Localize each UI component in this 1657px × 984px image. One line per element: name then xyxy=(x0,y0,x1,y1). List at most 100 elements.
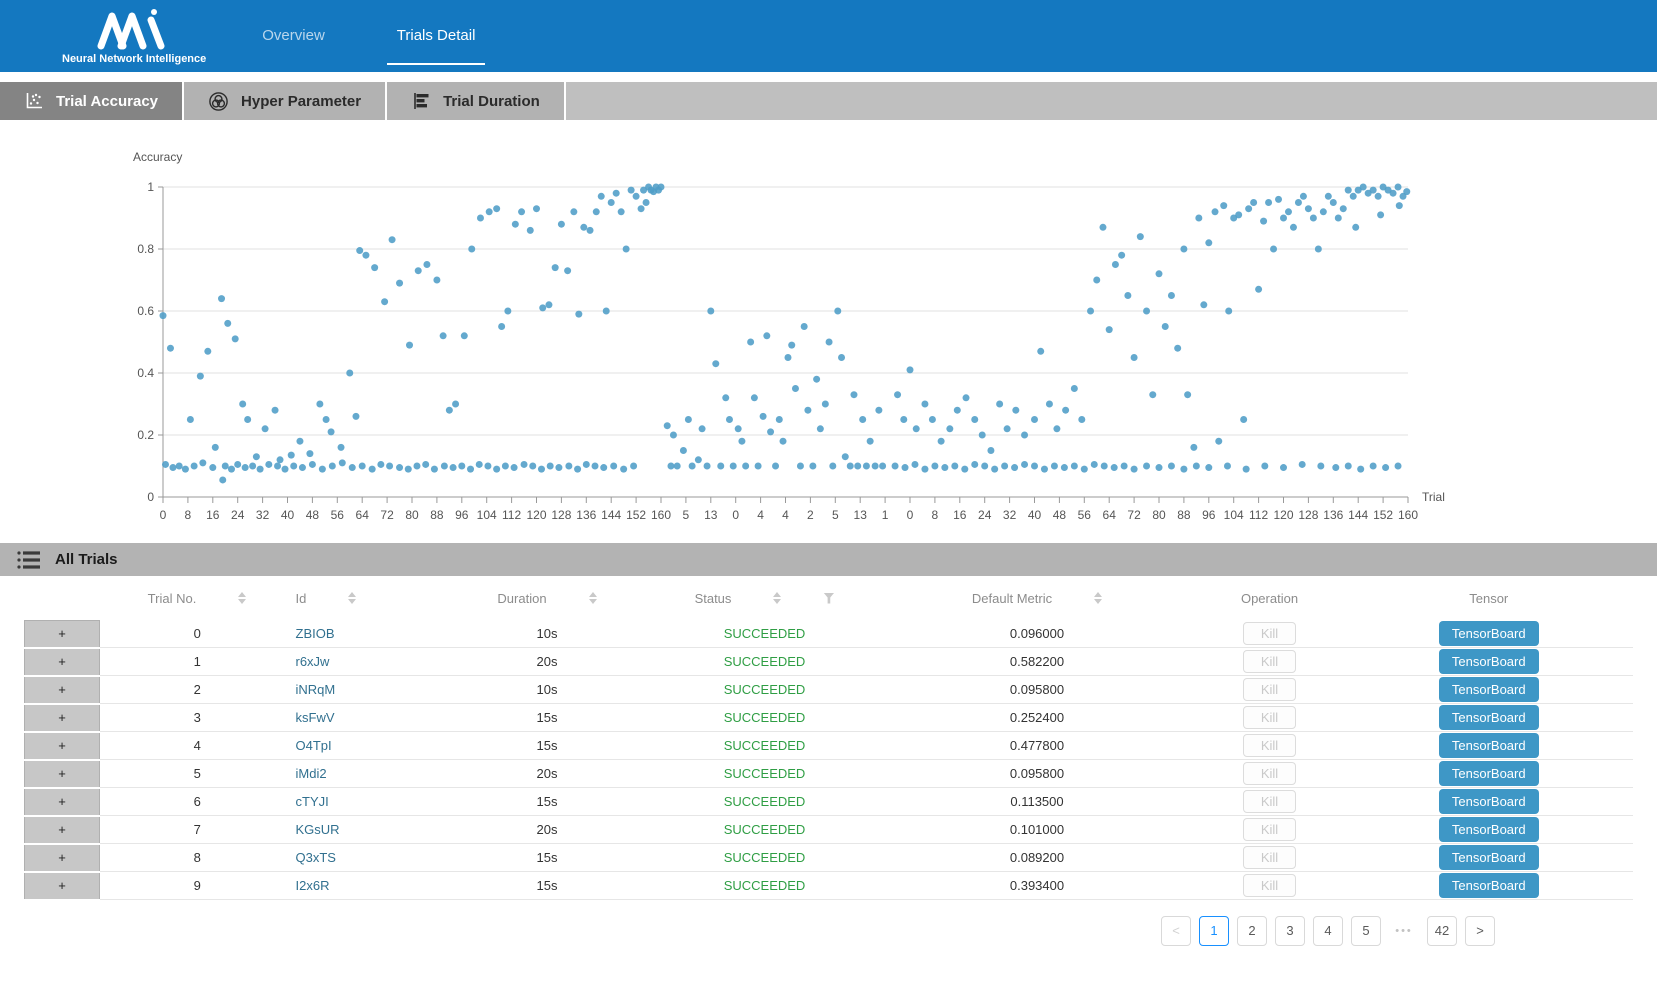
trial-id-cell: Q3xTS xyxy=(295,844,445,872)
expand-row-button[interactable]: + xyxy=(25,620,100,648)
duration-cell: 10s xyxy=(445,676,650,704)
kill-button[interactable]: Kill xyxy=(1243,622,1296,645)
scatter-point xyxy=(518,208,525,215)
scatter-point xyxy=(689,463,696,470)
tensorboard-button[interactable]: TensorBoard xyxy=(1439,761,1539,786)
tensorboard-button[interactable]: TensorBoard xyxy=(1439,873,1539,898)
kill-button[interactable]: Kill xyxy=(1243,846,1296,869)
scatter-point xyxy=(431,466,438,473)
tab-trials-detail[interactable]: Trials Detail xyxy=(387,23,486,65)
scatter-point xyxy=(1061,464,1068,471)
scatter-point xyxy=(249,463,256,470)
scatter-point xyxy=(593,208,600,215)
nni-logo[interactable]: Neural Network Intelligence xyxy=(62,8,206,65)
sort-icon[interactable] xyxy=(773,592,781,604)
scatter-point xyxy=(854,463,861,470)
tab-overview[interactable]: Overview xyxy=(252,23,335,65)
expand-row-button[interactable]: + xyxy=(25,676,100,704)
kill-button[interactable]: Kill xyxy=(1243,734,1296,757)
sort-icon[interactable] xyxy=(1094,592,1102,604)
scatter-point xyxy=(1111,464,1118,471)
kill-button[interactable]: Kill xyxy=(1243,874,1296,897)
scatter-point xyxy=(1212,208,1219,215)
tensorboard-button[interactable]: TensorBoard xyxy=(1439,621,1539,646)
scatter-point xyxy=(512,221,519,228)
scatter-point xyxy=(555,464,562,471)
tensorboard-button[interactable]: TensorBoard xyxy=(1439,649,1539,674)
kill-button[interactable]: Kill xyxy=(1243,790,1296,813)
scatter-point xyxy=(610,463,617,470)
sort-icon[interactable] xyxy=(589,592,597,604)
x-tick-label: 136 xyxy=(1323,508,1343,522)
y-tick-label: 0.6 xyxy=(137,304,154,318)
scatter-point xyxy=(1156,270,1163,277)
page-button-1[interactable]: 1 xyxy=(1199,916,1229,946)
scatter-point xyxy=(1370,463,1377,470)
tensorboard-button[interactable]: TensorBoard xyxy=(1439,817,1539,842)
prev-page-button[interactable]: < xyxy=(1161,916,1191,946)
scatter-point xyxy=(1012,407,1019,414)
scatter-point xyxy=(1325,193,1332,200)
scatter-point xyxy=(262,425,269,432)
page-button-2[interactable]: 2 xyxy=(1237,916,1267,946)
scatter-point xyxy=(319,466,326,473)
scatter-point xyxy=(1395,463,1402,470)
scatter-point xyxy=(1180,246,1187,253)
scatter-point xyxy=(598,193,605,200)
tab-hyper-parameter[interactable]: Hyper Parameter xyxy=(184,82,387,120)
tensorboard-button[interactable]: TensorBoard xyxy=(1439,845,1539,870)
scatter-point xyxy=(1121,463,1128,470)
sort-icon[interactable] xyxy=(348,592,356,604)
expand-row-button[interactable]: + xyxy=(25,732,100,760)
accuracy-scatter-chart[interactable]: Accuracy00.20.40.60.81081624324048566472… xyxy=(0,120,1657,532)
status-badge: SUCCEEDED xyxy=(650,788,880,816)
page-button-42[interactable]: 42 xyxy=(1427,916,1457,946)
scatter-point xyxy=(630,463,637,470)
page-ellipsis[interactable]: ••• xyxy=(1389,916,1419,946)
expand-row-button[interactable]: + xyxy=(25,872,100,900)
status-badge: SUCCEEDED xyxy=(650,816,880,844)
table-row: + 1 r6xJw 20s SUCCEEDED 0.582200 Kill Te… xyxy=(25,648,1634,676)
scatter-point xyxy=(1299,461,1306,468)
expand-row-button[interactable]: + xyxy=(25,844,100,872)
kill-button[interactable]: Kill xyxy=(1243,818,1296,841)
next-page-button[interactable]: > xyxy=(1465,916,1495,946)
kill-button[interactable]: Kill xyxy=(1243,678,1296,701)
tensorboard-button[interactable]: TensorBoard xyxy=(1439,677,1539,702)
expand-row-button[interactable]: + xyxy=(25,760,100,788)
scatter-point xyxy=(346,370,353,377)
scatter-point xyxy=(1081,466,1088,473)
expand-row-button[interactable]: + xyxy=(25,788,100,816)
scatter-point xyxy=(587,227,594,234)
scatter-point xyxy=(1240,416,1247,423)
tab-trial-duration[interactable]: Trial Duration xyxy=(387,82,566,120)
trial-id-cell: iNRqM xyxy=(295,676,445,704)
scatter-point xyxy=(1046,401,1053,408)
scatter-point xyxy=(921,401,928,408)
page-button-3[interactable]: 3 xyxy=(1275,916,1305,946)
scatter-point xyxy=(747,339,754,346)
tensorboard-button[interactable]: TensorBoard xyxy=(1439,705,1539,730)
tab-trial-accuracy[interactable]: Trial Accuracy xyxy=(0,82,184,120)
scatter-point xyxy=(309,461,316,468)
expand-row-button[interactable]: + xyxy=(25,816,100,844)
tensorboard-button[interactable]: TensorBoard xyxy=(1439,733,1539,758)
scatter-point xyxy=(1021,461,1028,468)
scatter-point xyxy=(1162,323,1169,330)
filter-icon[interactable] xyxy=(823,593,834,604)
scatter-point xyxy=(664,422,671,429)
page-button-5[interactable]: 5 xyxy=(1351,916,1381,946)
kill-button[interactable]: Kill xyxy=(1243,650,1296,673)
tensorboard-button[interactable]: TensorBoard xyxy=(1439,789,1539,814)
scatter-point xyxy=(502,463,509,470)
sort-icon[interactable] xyxy=(238,592,246,604)
duration-cell: 20s xyxy=(445,816,650,844)
scatter-point xyxy=(941,464,948,471)
expand-row-button[interactable]: + xyxy=(25,704,100,732)
kill-button[interactable]: Kill xyxy=(1243,762,1296,785)
scatter-point xyxy=(1001,463,1008,470)
scatter-point xyxy=(767,428,774,435)
kill-button[interactable]: Kill xyxy=(1243,706,1296,729)
page-button-4[interactable]: 4 xyxy=(1313,916,1343,946)
expand-row-button[interactable]: + xyxy=(25,648,100,676)
